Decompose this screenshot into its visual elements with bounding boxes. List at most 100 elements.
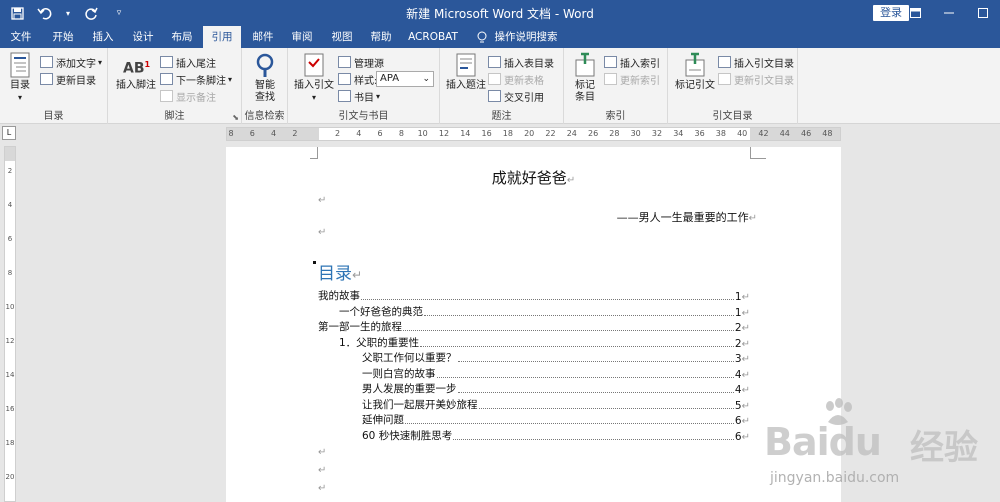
update-toa-button[interactable]: 更新引文目录 [718, 71, 794, 87]
vruler-number: 12 [5, 337, 15, 345]
minimize-icon[interactable] [932, 0, 966, 26]
ruler-number: 8 [228, 129, 234, 138]
ribbon-display-icon[interactable] [898, 0, 932, 26]
citation-style-select[interactable]: APA ⌄ [376, 71, 434, 87]
toc-entry[interactable]: 让我们一起展开美妙旅程 5 ↵ [362, 398, 750, 412]
lightbulb-icon[interactable] [474, 26, 490, 48]
citation-icon [301, 52, 327, 78]
tab-mailings[interactable]: 邮件 [248, 26, 278, 48]
toc-leader-dots [436, 376, 734, 378]
toc-leader-dots [403, 330, 734, 331]
tab-insert[interactable]: 插入 [88, 26, 118, 48]
mark-entry-button[interactable]: 标记 条目 [570, 52, 600, 104]
ruler-number: 36 [694, 129, 705, 138]
update-table-button[interactable]: 更新表格 [488, 71, 544, 87]
vertical-ruler[interactable]: 2 4 6 8 10 12 14 16 18 20 [4, 146, 16, 502]
toc-entry[interactable]: 我的故事 1 ↵ [318, 289, 750, 303]
footnote-launcher-icon[interactable]: ⬊ [232, 113, 239, 122]
toc-entry-text: 一个好爸爸的典范 [339, 305, 423, 318]
insert-index-icon [604, 56, 617, 68]
update-index-icon [604, 73, 617, 85]
tab-review[interactable]: 审阅 [287, 26, 317, 48]
tab-layout[interactable]: 布局 [167, 26, 197, 48]
tab-acrobat[interactable]: ACROBAT [405, 26, 461, 48]
insert-toa-button[interactable]: 插入引文目录 [718, 54, 794, 70]
ruler-number: 46 [801, 129, 812, 138]
window-title: 新建 Microsoft Word 文档 - Word [406, 7, 594, 21]
toc-entry-text: 一则白宫的故事 [362, 367, 436, 380]
tab-home[interactable]: 开始 [48, 26, 78, 48]
watermark-brand: Baidu [764, 420, 882, 464]
toc-entry-text: 让我们一起展开美妙旅程 [362, 398, 478, 411]
toc-entry[interactable]: 第一部一生的旅程 2 ↵ [318, 320, 750, 334]
paragraph-mark: ↵ [741, 431, 750, 443]
manage-sources-button[interactable]: 管理源 [338, 54, 384, 70]
next-footnote-button[interactable]: 下一条脚注 ▾ [160, 71, 232, 87]
update-toa-icon [718, 73, 731, 85]
mark-citation-button[interactable]: 标记引文 [672, 52, 718, 92]
toc-entry-text: 60 秒快速制胜思考 [362, 429, 453, 442]
watermark-cn: 经验 [910, 428, 978, 468]
cross-reference-button[interactable]: 交叉引用 [488, 88, 544, 104]
toc-entry[interactable]: 1．父职的重要性 2 ↵ [339, 336, 750, 350]
bibliography-icon [338, 90, 351, 102]
toc-entry-text: 1．父职的重要性 [339, 336, 420, 349]
next-footnote-icon [160, 73, 173, 85]
vruler-number: 8 [7, 269, 13, 277]
toc-page-number: 1 [734, 291, 742, 303]
add-text-icon [40, 56, 53, 68]
group-label-footnotes: 脚注 [164, 111, 185, 122]
insert-endnote-button[interactable]: 插入尾注 [160, 54, 216, 70]
toc-leader-dots [457, 392, 734, 393]
add-text-button[interactable]: 添加文字 ▾ [40, 54, 102, 70]
vruler-number: 6 [7, 235, 13, 243]
toc-entry[interactable]: 一个好爸爸的典范 1 ↵ [339, 305, 750, 319]
insert-footnote-button[interactable]: AB1 插入脚注 [114, 52, 158, 92]
group-citations: 插入引文 ▾ 管理源 样式: APA ⌄ 书目 ▾ 引文与书目 [288, 48, 440, 124]
ruler-number: 44 [779, 129, 790, 138]
insert-index-button[interactable]: 插入索引 [604, 54, 660, 70]
horizontal-ruler[interactable]: 8 6 4 2 2 4 6 8 10 12 14 16 18 20 22 24 26 28 30 32 34 36 38 40… [226, 127, 841, 141]
tab-file[interactable]: 文件 [6, 26, 36, 48]
toc-leader-dots [457, 361, 734, 362]
toc-entry[interactable]: 一则白宫的故事 4 ↵ [362, 367, 750, 381]
footnote-icon: AB1 [123, 60, 151, 77]
ruler-number: 48 [822, 129, 833, 138]
update-index-button[interactable]: 更新索引 [604, 71, 660, 87]
update-toc-icon [40, 73, 53, 85]
group-label-citations: 引文与书目 [338, 111, 389, 122]
smart-lookup-button[interactable]: 智能 查找 [248, 52, 282, 104]
ruler-number: 26 [588, 129, 599, 138]
ruler-number: 28 [609, 129, 620, 138]
toc-entry[interactable]: 60 秒快速制胜思考 6 ↵ [362, 429, 750, 443]
show-notes-button[interactable]: 显示备注 [160, 88, 216, 104]
horizontal-ruler-bar: L 8 6 4 2 2 4 6 8 10 12 14 16 18 20 22 24 26 28 30 32 34 36 38… [0, 124, 1000, 142]
toc-entry[interactable]: 父职工作何以重要？ 3 ↵ [362, 351, 750, 365]
tab-help[interactable]: 帮助 [366, 26, 396, 48]
manage-sources-icon [338, 56, 351, 68]
insert-citation-button[interactable]: 插入引文 ▾ [292, 52, 336, 104]
toc-page-number: 1 [734, 306, 742, 319]
update-toc-button[interactable]: 更新目录 [40, 71, 96, 87]
document-page[interactable]: 成就好爸爸↵ ↵ ——男人一生最重要的工作↵ ↵ 目录↵ 我的故事 1 ↵ 一个好爸爸… [226, 147, 841, 502]
window-controls [898, 0, 1000, 26]
tell-me-search[interactable]: 操作说明搜索 [494, 26, 558, 48]
bibliography-button[interactable]: 书目 ▾ [338, 88, 380, 104]
vruler-number: 4 [7, 201, 13, 209]
insert-caption-button[interactable]: 插入题注 [444, 52, 488, 92]
toc-entry[interactable]: 延伸问题 6 ↵ [362, 413, 750, 427]
insert-table-of-figures-button[interactable]: 插入表目录 [488, 54, 554, 70]
tab-selector[interactable]: L [2, 126, 16, 140]
toc-page-number: 4 [734, 384, 742, 396]
cross-reference-icon [488, 90, 501, 102]
maximize-icon[interactable] [966, 0, 1000, 26]
ruler-number: 6 [249, 129, 255, 138]
tab-references[interactable]: 引用 [203, 26, 241, 48]
toc-button[interactable]: 目录 ▾ [6, 52, 34, 104]
toc-entry[interactable]: 男人发展的重要一步 4 ↵ [362, 382, 750, 396]
tab-design[interactable]: 设计 [128, 26, 158, 48]
paragraph-mark: ↵ [741, 416, 750, 427]
tab-view[interactable]: 视图 [327, 26, 357, 48]
empty-paragraph: ↵ [318, 465, 327, 476]
toc-page-number: 4 [734, 368, 742, 381]
